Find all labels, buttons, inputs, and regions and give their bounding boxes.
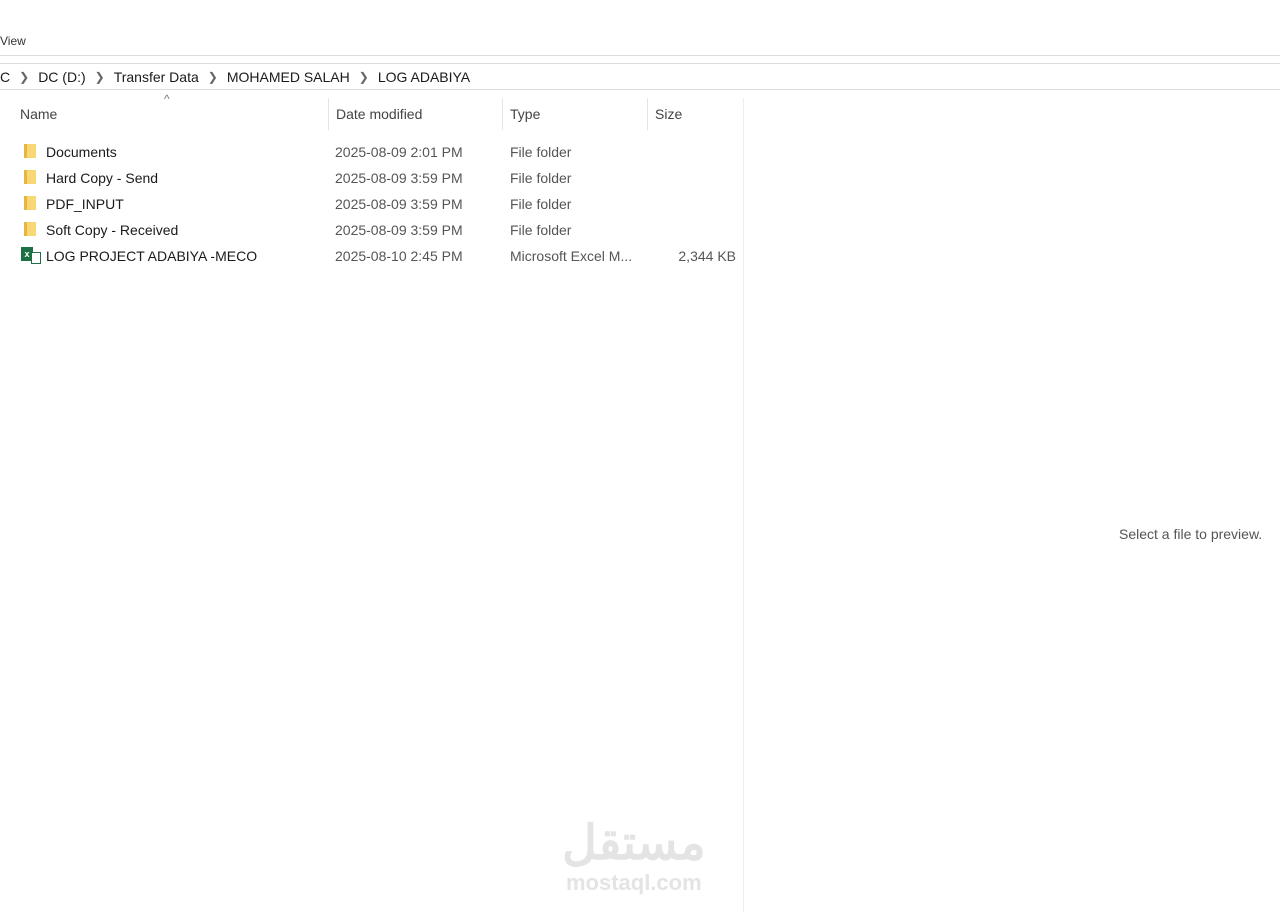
column-resize-handle[interactable]: [502, 98, 503, 130]
menu-view[interactable]: View: [0, 34, 26, 48]
watermark-logo: مستقل mostaql.com: [562, 818, 706, 896]
column-resize-handle[interactable]: [328, 98, 329, 130]
column-resize-handle[interactable]: [647, 98, 648, 130]
file-date: 2025-08-09 3:59 PM: [335, 170, 463, 186]
file-name: Hard Copy - Send: [46, 170, 159, 186]
watermark-arabic: مستقل: [562, 817, 706, 870]
preview-pane-divider[interactable]: [743, 98, 744, 912]
breadcrumb-item[interactable]: Transfer Data: [114, 69, 199, 85]
file-type: File folder: [510, 144, 572, 160]
breadcrumb[interactable]: C ❯ DC (D:) ❯ Transfer Data ❯ MOHAMED SALAH…: [0, 67, 470, 87]
folder-icon: [24, 196, 36, 210]
file-date: 2025-08-09 3:59 PM: [335, 196, 463, 212]
file-type: File folder: [510, 170, 572, 186]
chevron-right-icon: ❯: [94, 70, 105, 84]
file-row[interactable]: x LOG PROJECT ADABIYA -MECO 2025-08-10 2:…: [0, 243, 744, 269]
file-date: 2025-08-09 3:59 PM: [335, 222, 463, 238]
sort-ascending-icon: ^: [164, 92, 170, 106]
file-name: PDF_INPUT: [46, 196, 124, 212]
file-name: Documents: [46, 144, 117, 160]
file-type: File folder: [510, 222, 572, 238]
column-header-name[interactable]: Name: [20, 106, 57, 122]
file-type: Microsoft Excel M...: [510, 248, 633, 264]
file-row[interactable]: Documents 2025-08-09 2:01 PM File folder: [0, 139, 744, 165]
file-date: 2025-08-10 2:45 PM: [335, 248, 463, 264]
file-row[interactable]: Soft Copy - Received 2025-08-09 3:59 PM …: [0, 217, 744, 243]
file-row[interactable]: PDF_INPUT 2025-08-09 3:59 PM File folder: [0, 191, 744, 217]
divider: [0, 89, 1280, 90]
folder-icon: [24, 144, 36, 158]
column-header-type[interactable]: Type: [510, 106, 540, 122]
breadcrumb-item[interactable]: C: [0, 69, 10, 85]
breadcrumb-item[interactable]: LOG ADABIYA: [378, 69, 470, 85]
chevron-right-icon: ❯: [358, 70, 369, 84]
file-name: LOG PROJECT ADABIYA -MECO: [46, 248, 258, 264]
column-header-date[interactable]: Date modified: [336, 106, 422, 122]
folder-icon: [24, 222, 36, 236]
preview-message: Select a file to preview.: [1119, 526, 1263, 542]
chevron-right-icon: ❯: [19, 70, 30, 84]
chevron-right-icon: ❯: [207, 70, 218, 84]
file-size: 2,344 KB: [678, 248, 736, 264]
file-type: File folder: [510, 196, 572, 212]
file-row[interactable]: Hard Copy - Send 2025-08-09 3:59 PM File…: [0, 165, 744, 191]
file-name: Soft Copy - Received: [46, 222, 179, 238]
file-date: 2025-08-09 2:01 PM: [335, 144, 463, 160]
watermark-latin: mostaql.com: [565, 870, 702, 895]
breadcrumb-item[interactable]: DC (D:): [38, 69, 85, 85]
folder-icon: [24, 170, 36, 184]
column-header-size[interactable]: Size: [655, 106, 682, 122]
excel-file-icon-page: [31, 252, 41, 264]
breadcrumb-item[interactable]: MOHAMED SALAH: [227, 69, 350, 85]
divider: [0, 63, 1280, 64]
divider: [0, 55, 1280, 56]
